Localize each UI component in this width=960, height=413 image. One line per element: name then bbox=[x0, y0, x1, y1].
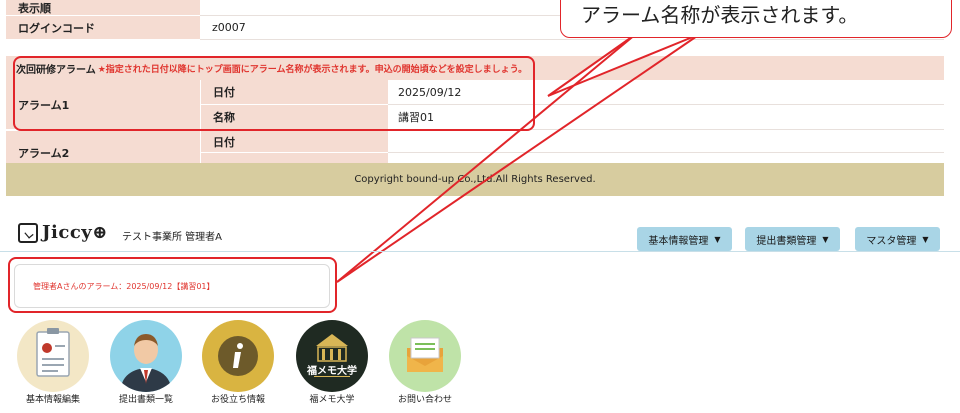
header-divider bbox=[0, 251, 960, 252]
nav-documents[interactable]: 提出書類管理 ▼ bbox=[745, 227, 840, 251]
tile-fukumemo-university[interactable]: 福メモ大学 bbox=[296, 320, 368, 392]
nav-master-label: マスタ管理 bbox=[866, 235, 917, 247]
tile-document-list[interactable] bbox=[110, 320, 182, 392]
user-icon bbox=[120, 334, 172, 392]
tile-fukumemo-university-label: 福メモ大学 bbox=[309, 395, 355, 405]
nav-documents-label: 提出書類管理 bbox=[756, 235, 817, 247]
org-user-label: テスト事業所 管理者A bbox=[122, 232, 223, 243]
logo-checkbox-icon bbox=[18, 222, 38, 243]
tile-useful-info-label: お役立ち情報 bbox=[210, 395, 265, 405]
callout-tail-lower-left bbox=[336, 33, 637, 283]
info-icon bbox=[218, 336, 258, 376]
university-icon bbox=[314, 334, 350, 377]
app-logo[interactable]: Jiccy⊕ bbox=[18, 222, 108, 243]
callout-bubble: アラーム名称が表示されます。 bbox=[560, 0, 952, 38]
mail-icon bbox=[407, 337, 443, 372]
tile-contact[interactable] bbox=[389, 320, 461, 392]
chevron-down-icon: ▼ bbox=[714, 234, 721, 244]
tile-document-list-label: 提出書類一覧 bbox=[118, 395, 173, 405]
nav-basic-info-label: 基本情報管理 bbox=[648, 235, 709, 247]
alarm-card-highlight-box bbox=[8, 257, 337, 313]
nav-master[interactable]: マスタ管理 ▼ bbox=[855, 227, 940, 251]
tile-useful-info[interactable] bbox=[202, 320, 274, 392]
tile-univ-emblem-text: 福メモ大学 bbox=[307, 366, 357, 377]
chevron-down-icon: ▼ bbox=[922, 234, 929, 244]
chevron-down-icon: ▼ bbox=[822, 234, 829, 244]
logo-text: Jiccy⊕ bbox=[42, 222, 108, 243]
nav-basic-info[interactable]: 基本情報管理 ▼ bbox=[637, 227, 732, 251]
certificate-icon bbox=[36, 328, 70, 377]
tile-basic-info-edit-label: 基本情報編集 bbox=[25, 395, 80, 405]
tile-basic-info-edit[interactable] bbox=[17, 320, 89, 392]
tile-contact-label: お問い合わせ bbox=[397, 395, 452, 405]
callout-text: アラーム名称が表示されます。 bbox=[581, 3, 859, 27]
